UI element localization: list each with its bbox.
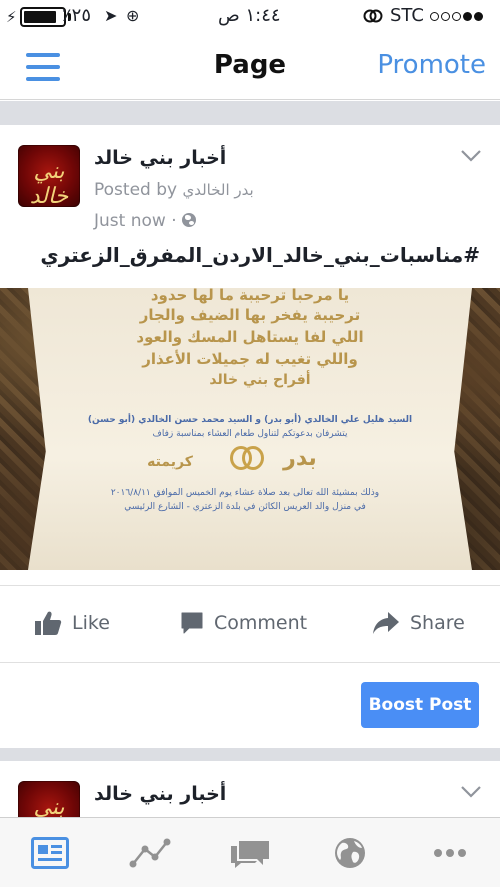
like-button[interactable]: Like — [34, 608, 110, 638]
carrier-group: STC — [362, 5, 483, 27]
tab-more[interactable] — [400, 818, 500, 887]
tab-news-feed[interactable] — [0, 818, 100, 887]
battery-icon — [19, 7, 66, 27]
invitation-bride: كريمته — [147, 454, 193, 470]
insights-icon — [129, 838, 171, 868]
more-icon — [434, 849, 466, 857]
battery-percent: ٪٢٥ — [62, 5, 92, 26]
post-time-text: Just now — [94, 211, 166, 231]
page-name[interactable]: أخبار بني خالد — [94, 147, 226, 169]
battery-indicator: ⚡ — [6, 6, 71, 28]
tab-bar — [0, 817, 500, 887]
rings-icon — [228, 446, 268, 476]
invitation-line: اللي لفا يستاهل المسك والعود — [136, 328, 364, 346]
carrier-name: STC — [390, 5, 424, 26]
posted-by-label: Posted by — [94, 180, 178, 200]
invitation-invite: يتشرفان بدعوتكم لتناول طعام العشاء بمناس… — [152, 429, 348, 439]
promote-button[interactable]: Promote — [377, 50, 486, 80]
post-actions: Like Comment Share — [0, 585, 500, 663]
charging-icon: ⚡ — [6, 8, 17, 26]
invitation-place: في منزل والد العريس الكائن في بلدة الزعت… — [124, 502, 366, 512]
section-divider — [0, 748, 500, 761]
signal-icon — [429, 11, 483, 21]
menu-icon[interactable] — [26, 53, 60, 81]
public-globe-icon — [182, 213, 197, 227]
chevron-down-icon[interactable] — [460, 149, 482, 163]
avatar[interactable]: بني خالد — [18, 781, 80, 817]
invitation-line: ترحيبة يفخر بها الضيف والجار — [139, 306, 361, 324]
invitation-hosts: السيد هليل علي الخالدي (أبو بدر) و السيد… — [87, 415, 413, 425]
avatar-logo-text: بني خالد — [33, 795, 65, 817]
status-bar: ⚡ ٪٢٥ ➤ ⊕ ١:٤٤ ص STC — [0, 0, 500, 34]
comment-icon — [181, 612, 203, 634]
boost-area: Boost Post — [0, 663, 500, 748]
section-divider — [0, 101, 500, 125]
battery-fill — [23, 11, 56, 23]
location-icon: ➤ — [104, 6, 118, 25]
like-label: Like — [72, 612, 110, 634]
post-header: بني خالد أخبار بني خالد Posted by بدر ال… — [0, 125, 500, 267]
status-time: ١:٤٤ ص — [218, 5, 281, 26]
comment-label: Comment — [214, 612, 308, 634]
avatar-logo-text: بني خالد — [29, 159, 69, 207]
avatar[interactable]: بني خالد — [18, 145, 80, 207]
invitation-line: يا مرحبا ترحيبة ما لها حدود — [150, 288, 350, 304]
post-author[interactable]: بدر الخالدي — [182, 181, 253, 199]
boost-post-button[interactable]: Boost Post — [361, 682, 479, 728]
tab-globe[interactable] — [300, 818, 400, 887]
post-text: #مناسبات_بني_خالد_الاردن_المفرق_الزعتري — [40, 243, 480, 267]
tab-insights[interactable] — [100, 818, 200, 887]
posted-by: Posted by بدر الخالدي — [94, 180, 254, 200]
link-icon — [363, 9, 383, 23]
invitation-content: يا مرحبا ترحيبة ما لها حدود ترحيبة يفخر … — [40, 288, 460, 570]
page-name[interactable]: أخبار بني خالد — [94, 783, 226, 805]
like-icon — [35, 611, 62, 635]
post-photo[interactable]: يا مرحبا ترحيبة ما لها حدود ترحيبة يفخر … — [0, 288, 500, 570]
invitation-line: أفراح بني خالد — [209, 372, 311, 388]
news-feed-icon — [31, 837, 69, 869]
messages-icon — [231, 841, 269, 868]
share-icon — [373, 612, 399, 634]
globe-icon — [335, 838, 365, 868]
chevron-down-icon[interactable] — [460, 785, 482, 799]
rotation-lock-icon: ⊕ — [126, 6, 140, 25]
invitation-details: وذلك بمشيئة الله تعالى بعد صلاة عشاء يوم… — [110, 488, 380, 498]
share-button[interactable]: Share — [372, 608, 465, 638]
comment-button[interactable]: Comment — [180, 608, 307, 638]
tab-messages[interactable] — [200, 818, 300, 887]
invitation-line: واللي تغيب له جميلات الأعذار — [142, 350, 358, 368]
post-timestamp[interactable]: Just now · — [94, 211, 197, 231]
time-separator: · — [171, 211, 177, 231]
navigation-bar: Page Promote — [0, 34, 500, 100]
post-header: بني خالد أخبار بني خالد — [0, 761, 500, 817]
share-label: Share — [410, 612, 465, 634]
